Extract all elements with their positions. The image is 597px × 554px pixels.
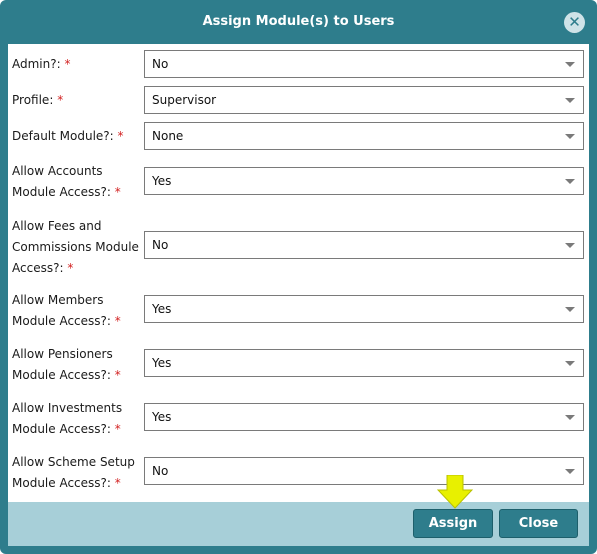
select-value: Yes [152,410,172,424]
pensioners-access-select[interactable]: Yes [144,349,584,377]
select-value: No [152,464,169,478]
field-label: Allow Investments Module Access?: * [12,401,123,436]
select-value: Yes [152,356,172,370]
field-label: Default Module?: * [12,129,124,143]
chevron-down-icon [565,243,575,248]
field-label: Allow Accounts Module Access?: * [12,164,121,199]
assign-button[interactable]: Assign [413,509,493,538]
chevron-down-icon [565,307,575,312]
select-value: Yes [152,174,172,188]
close-button[interactable]: Close [499,509,578,538]
investments-access-select[interactable]: Yes [144,403,584,431]
close-icon[interactable]: ✕ [564,12,585,33]
default-module-select[interactable]: None [144,122,584,150]
select-value: Supervisor [152,93,217,107]
select-value: No [152,57,169,71]
scheme-setup-access-select[interactable]: No [144,457,584,485]
form-content: Admin?: * No Profile: * Supervisor Defau… [8,44,589,502]
select-value: No [152,238,169,252]
chevron-down-icon [565,361,575,366]
field-label: Allow Fees and Commissions Module Access… [12,219,139,275]
profile-select[interactable]: Supervisor [144,86,584,114]
accounts-access-select[interactable]: Yes [144,167,584,195]
field-label: Allow Pensioners Module Access?: * [12,347,121,382]
chevron-down-icon [565,469,575,474]
chevron-down-icon [565,134,575,139]
members-access-select[interactable]: Yes [144,295,584,323]
field-label: Admin?: * [12,57,71,71]
pointer-arrow-icon [437,475,473,509]
admin-select[interactable]: No [144,50,584,78]
fees-access-select[interactable]: No [144,231,584,259]
chevron-down-icon [565,179,575,184]
dialog-footer: Assign Close [8,502,589,546]
chevron-down-icon [565,98,575,103]
dialog-title: Assign Module(s) to Users [202,14,395,29]
chevron-down-icon [565,62,575,67]
field-label: Profile: * [12,93,64,107]
select-value: Yes [152,302,172,316]
select-value: None [152,129,184,143]
dialog-titlebar: Assign Module(s) to Users ✕ [0,0,597,44]
chevron-down-icon [565,415,575,420]
field-label: Allow Members Module Access?: * [12,293,121,328]
field-label: Allow Scheme Setup Module Access?: * [12,455,135,490]
assign-modules-dialog: Assign Module(s) to Users ✕ Admin?: * No… [0,0,597,554]
